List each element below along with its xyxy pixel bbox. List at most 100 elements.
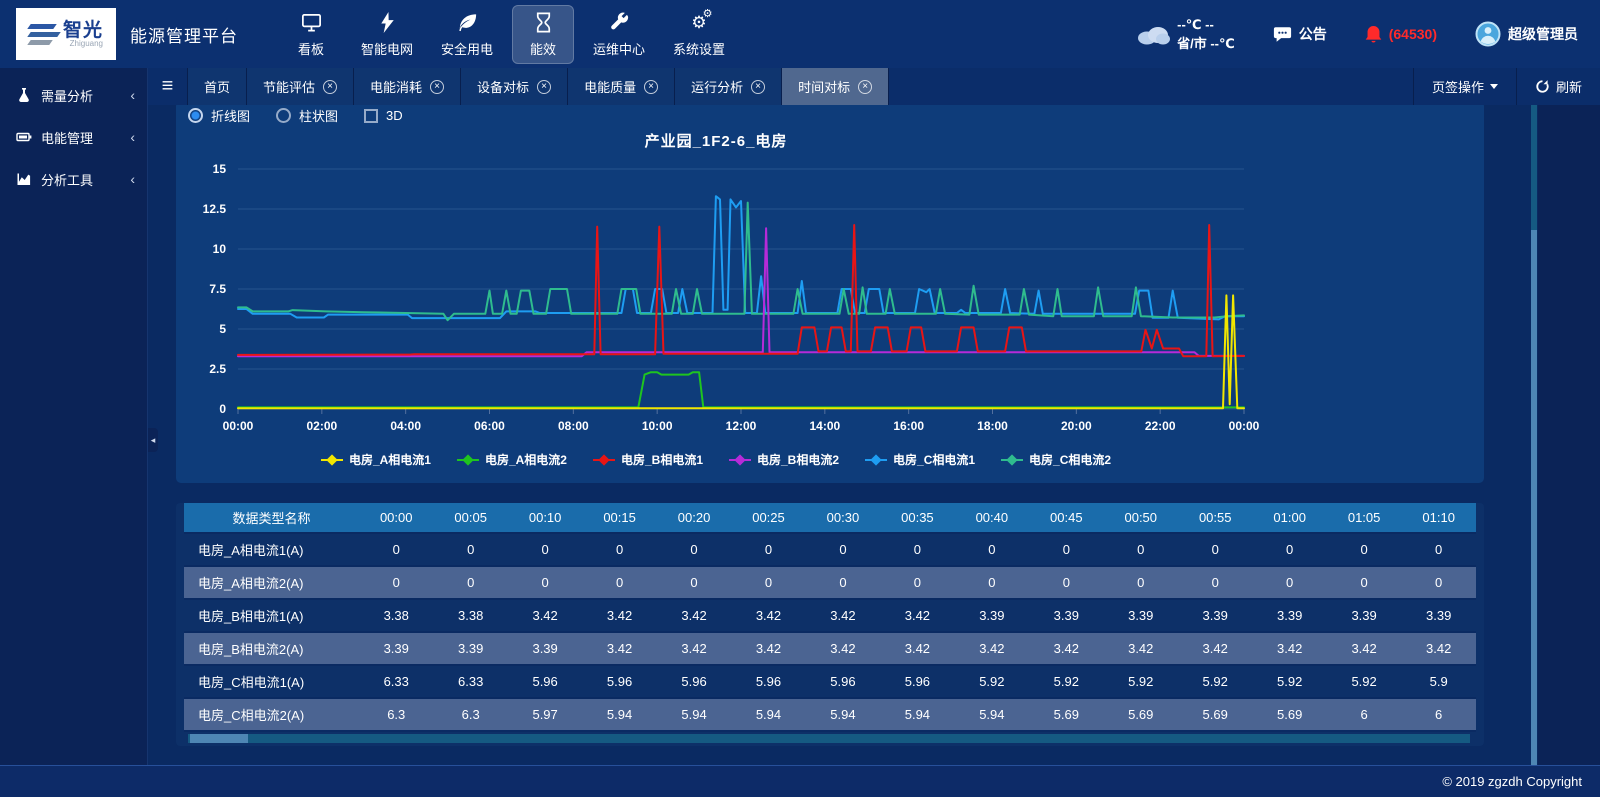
logo-text: 智光 (63, 21, 103, 40)
hamburger-menu-icon[interactable]: ≡ (148, 68, 188, 105)
tab-close-icon[interactable]: × (430, 80, 444, 94)
value-cell: 0 (955, 567, 1029, 600)
legend-item-1[interactable]: 电房_A相电流1 (321, 451, 431, 468)
app-title: 能源管理平台 (130, 22, 238, 47)
sidebar-item-3[interactable]: 分析工具‹ (0, 158, 147, 200)
tab-close-icon[interactable]: × (644, 80, 658, 94)
battery-icon (16, 129, 32, 145)
svg-text:12.5: 12.5 (203, 202, 227, 216)
nav-item-2[interactable]: 智能电网 (352, 5, 422, 64)
checkbox-option-3[interactable]: 3D (364, 108, 403, 123)
row-name-cell: 电房_C相电流1(A) (184, 666, 359, 699)
table-header-cell: 00:05 (433, 503, 507, 534)
svg-text:08:00: 08:00 (558, 419, 589, 433)
legend-item-5[interactable]: 电房_C相电流1 (865, 451, 975, 468)
value-cell: 5.92 (1327, 666, 1401, 699)
refresh-icon (1535, 79, 1550, 94)
value-cell: 0 (508, 534, 582, 567)
value-cell: 5.94 (806, 699, 880, 732)
legend-item-6[interactable]: 电房_C相电流2 (1001, 451, 1111, 468)
vertical-scrollbar-thumb[interactable] (1531, 230, 1537, 765)
legend-item-4[interactable]: 电房_B相电流2 (729, 451, 839, 468)
radio-option-2[interactable]: 柱状图 (276, 106, 338, 125)
chart-type-controls: 折线图 柱状图 3D (188, 106, 403, 125)
tab-6[interactable]: 运行分析× (675, 68, 782, 105)
hourglass-icon (532, 11, 555, 34)
legend-label: 电房_C相电流2 (1029, 451, 1111, 468)
value-cell: 6.33 (433, 666, 507, 699)
copyright-text: © 2019 zgzdh Copyright (1442, 774, 1582, 789)
tab-close-icon[interactable]: × (858, 80, 872, 94)
row-name-cell: 电房_C相电流2(A) (184, 699, 359, 732)
value-cell: 3.42 (1252, 633, 1326, 666)
tab-1[interactable]: 首页 (188, 68, 247, 105)
horizontal-scrollbar-thumb[interactable] (190, 734, 248, 743)
sidebar-item-1[interactable]: 需量分析‹ (0, 74, 147, 116)
chart-legend: 电房_A相电流1 电房_A相电流2 电房_B相电流1 电房_B相电流2 电房_C相电流1… (176, 451, 1256, 468)
nav-item-4[interactable]: 能效 (512, 5, 574, 64)
user-menu[interactable]: 超级管理员 (1475, 21, 1578, 47)
radio-option-1[interactable]: 折线图 (188, 106, 250, 125)
value-cell: 0 (1252, 567, 1326, 600)
table-row: 电房_C相电流1(A)6.336.335.965.965.965.965.965… (184, 666, 1476, 699)
tab-close-icon[interactable]: × (751, 80, 765, 94)
tab-operations-label: 页签操作 (1432, 77, 1484, 96)
svg-text:22:00: 22:00 (1145, 419, 1176, 433)
sidebar-collapse-handle[interactable]: ◂ (148, 428, 158, 452)
value-cell: 3.42 (1104, 633, 1178, 666)
value-cell: 0 (1327, 534, 1401, 567)
tab-close-icon[interactable]: × (537, 80, 551, 94)
weather-temp: --℃ -- (1177, 17, 1214, 32)
value-cell: 6 (1327, 699, 1401, 732)
value-cell: 0 (1029, 567, 1103, 600)
tab-operations-button[interactable]: 页签操作 (1413, 68, 1516, 105)
content-area: 折线图柱状图3D 产业园_1F2-6_电房 02.557.51012.51500… (148, 105, 1600, 765)
svg-text:15: 15 (213, 162, 227, 176)
value-cell: 3.42 (508, 600, 582, 633)
notice-button[interactable]: 公告 (1273, 24, 1327, 44)
value-cell: 5.94 (880, 699, 954, 732)
nav-item-label: 运维中心 (593, 39, 645, 58)
value-cell: 0 (955, 534, 1029, 567)
legend-marker-icon (593, 455, 615, 465)
tab-3[interactable]: 电能消耗× (354, 68, 461, 105)
svg-text:10: 10 (213, 242, 227, 256)
tab-label: 节能评估 (263, 77, 315, 96)
table-header-cell: 00:55 (1178, 503, 1252, 534)
svg-text:00:00: 00:00 (223, 419, 254, 433)
series-line-4 (238, 228, 1244, 356)
table-row: 电房_B相电流2(A)3.393.393.393.423.423.423.423… (184, 633, 1476, 666)
alarm-button[interactable]: (64530) (1365, 25, 1437, 44)
value-cell: 0 (806, 534, 880, 567)
tab-4[interactable]: 设备对标× (461, 68, 568, 105)
svg-text:14:00: 14:00 (809, 419, 840, 433)
sidebar-item-2[interactable]: 电能管理‹ (0, 116, 147, 158)
table-row: 电房_C相电流2(A)6.36.35.975.945.945.945.945.9… (184, 699, 1476, 732)
value-cell: 5.96 (582, 666, 656, 699)
value-cell: 0 (359, 534, 433, 567)
value-cell: 3.39 (1327, 600, 1401, 633)
value-cell: 0 (582, 567, 656, 600)
value-cell: 0 (1178, 567, 1252, 600)
nav-item-1[interactable]: 看板 (280, 5, 342, 64)
nav-item-6[interactable]: ⚙⚙系统设置 (664, 5, 734, 64)
vertical-scrollbar[interactable] (1531, 105, 1537, 765)
legend-item-3[interactable]: 电房_B相电流1 (593, 451, 703, 468)
tab-label: 电能质量 (584, 77, 636, 96)
value-cell: 3.39 (508, 633, 582, 666)
value-cell: 5.96 (731, 666, 805, 699)
nav-item-3[interactable]: 安全用电 (432, 5, 502, 64)
value-cell: 3.42 (880, 600, 954, 633)
horizontal-scrollbar[interactable] (188, 734, 1470, 743)
line-chart: 02.557.51012.51500:0002:0004:0006:0008:0… (176, 155, 1468, 449)
refresh-button[interactable]: 刷新 (1516, 68, 1600, 105)
legend-item-2[interactable]: 电房_A相电流2 (457, 451, 567, 468)
radio-icon (188, 108, 203, 123)
tab-7[interactable]: 时间对标× (782, 68, 889, 105)
tab-2[interactable]: 节能评估 × (247, 68, 354, 105)
nav-item-5[interactable]: 运维中心 (584, 5, 654, 64)
value-cell: 0 (1029, 534, 1103, 567)
tab-close-icon[interactable]: × (323, 80, 337, 94)
chevron-left-icon: ‹ (130, 171, 135, 187)
tab-5[interactable]: 电能质量 × (568, 68, 675, 105)
